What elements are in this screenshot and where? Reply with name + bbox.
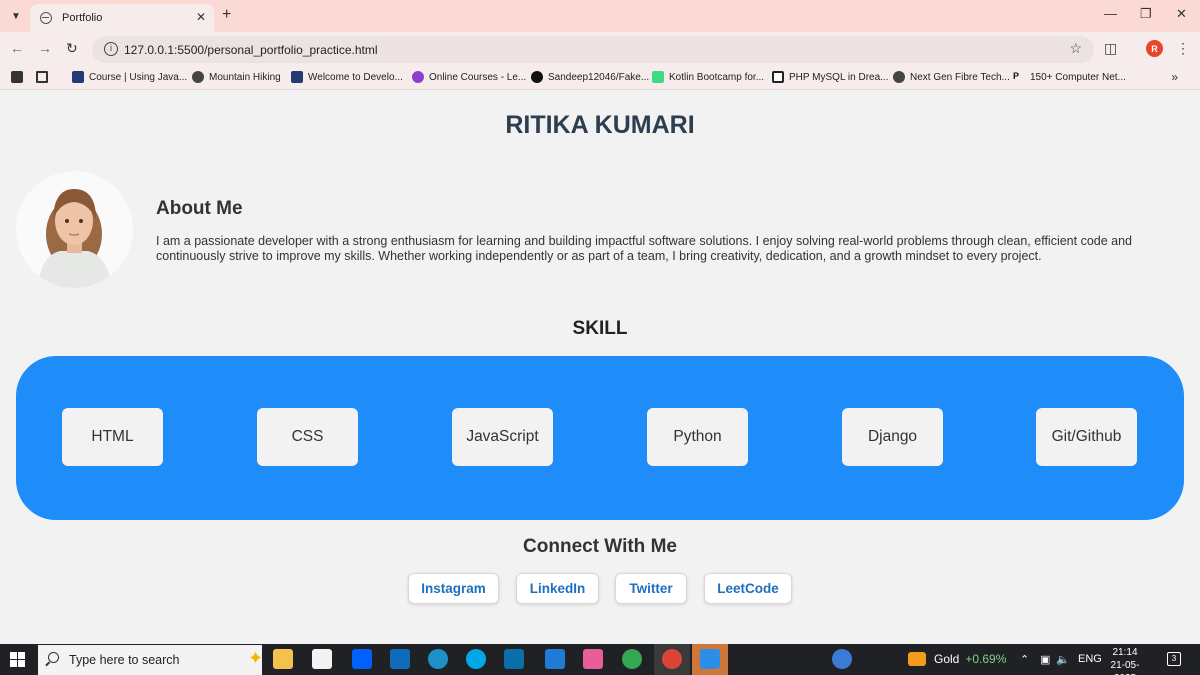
mysql-workbench-icon[interactable] bbox=[504, 649, 524, 669]
about-paragraph: I am a passionate developer with a stron… bbox=[156, 234, 1133, 263]
skill-card-javascript: JavaScript bbox=[452, 408, 553, 466]
search-icon bbox=[48, 652, 59, 663]
gold-ticker-icon bbox=[908, 652, 926, 666]
instagram-link[interactable]: Instagram bbox=[408, 573, 499, 604]
profile-photo bbox=[16, 171, 133, 288]
speaker-icon[interactable]: 🔈 bbox=[1056, 653, 1070, 666]
clock-time: 21:14 bbox=[1112, 647, 1138, 658]
bookmark-star-icon[interactable]: ☆ bbox=[1069, 40, 1082, 57]
skill-card-css: CSS bbox=[257, 408, 358, 466]
bookmark-favicon-icon: P bbox=[1013, 71, 1025, 83]
vscode-icon[interactable] bbox=[545, 649, 565, 669]
windows-start-icon[interactable] bbox=[10, 652, 25, 667]
back-icon[interactable]: ← bbox=[10, 40, 24, 56]
skill-card-html: HTML bbox=[62, 408, 163, 466]
about-heading: About Me bbox=[156, 198, 243, 219]
page-title: RITIKA KUMARI bbox=[505, 111, 695, 139]
notification-center-icon[interactable]: 3 bbox=[1167, 652, 1181, 666]
profile-avatar[interactable]: R bbox=[1146, 40, 1163, 57]
clock-date: 21-05-2025 bbox=[1110, 660, 1140, 675]
copilot-icon[interactable] bbox=[583, 649, 603, 669]
bookmark-favicon-icon bbox=[412, 71, 424, 83]
forward-icon[interactable]: → bbox=[38, 40, 52, 56]
ticker-change: +0.69% bbox=[965, 652, 1007, 666]
linkedin-link[interactable]: LinkedIn bbox=[516, 573, 599, 604]
bookmark-item[interactable]: P 150+ Computer Net... bbox=[1013, 71, 1126, 83]
whiteboard-icon bbox=[700, 649, 720, 669]
tab-title: Portfolio bbox=[62, 12, 103, 24]
close-tab-icon[interactable]: ✕ bbox=[196, 10, 206, 24]
bookmark-favicon-icon bbox=[291, 71, 303, 83]
chrome-icon[interactable] bbox=[622, 649, 642, 669]
bookmark-item[interactable]: Sandeep12046/Fake... bbox=[531, 71, 649, 83]
bookmark-favicon-icon bbox=[772, 71, 784, 83]
file-explorer-icon[interactable] bbox=[273, 649, 293, 669]
android-icon bbox=[652, 71, 664, 83]
skype-icon[interactable] bbox=[466, 649, 486, 669]
search-placeholder: Type here to search bbox=[69, 653, 180, 667]
widgets-ticker[interactable]: Gold +0.69% bbox=[908, 652, 1006, 666]
bookmark-item[interactable]: PHP MySQL in Drea... bbox=[772, 71, 888, 83]
side-panel-icon[interactable] bbox=[11, 71, 23, 83]
browser-tab-strip: ▼ Portfolio ✕ + — ❐ ✕ bbox=[0, 0, 1200, 32]
restore-icon[interactable]: ❐ bbox=[1140, 6, 1152, 22]
battery-icon[interactable]: ▣ bbox=[1040, 653, 1050, 666]
bookmark-item[interactable]: Course | Using Java... bbox=[72, 71, 187, 83]
connect-heading: Connect With Me bbox=[523, 536, 677, 557]
reload-icon[interactable]: ↻ bbox=[66, 40, 78, 57]
help-icon[interactable] bbox=[832, 649, 852, 669]
outlook-icon[interactable] bbox=[390, 649, 410, 669]
bookmark-item[interactable]: Next Gen Fibre Tech... bbox=[893, 71, 1010, 83]
tab-search-chevron-icon[interactable]: ▼ bbox=[6, 7, 26, 25]
skills-container: HTML CSS JavaScript Python Django Git/Gi… bbox=[16, 356, 1184, 520]
site-info-icon[interactable]: i bbox=[104, 42, 118, 56]
edge-icon[interactable] bbox=[428, 649, 448, 669]
portfolio-page: RITIKA KUMARI About Me I am a passionate… bbox=[0, 91, 1200, 644]
globe-icon bbox=[893, 71, 905, 83]
dropbox-icon[interactable] bbox=[352, 649, 372, 669]
address-bar[interactable]: i 127.0.0.1:5500/personal_portfolio_prac… bbox=[92, 36, 1094, 63]
leetcode-link[interactable]: LeetCode bbox=[704, 573, 792, 604]
ticker-label: Gold bbox=[934, 652, 960, 666]
system-clock[interactable]: 21:14 21-05-2025 bbox=[1105, 646, 1145, 675]
globe-icon bbox=[192, 71, 204, 83]
language-indicator[interactable]: ENG bbox=[1078, 653, 1102, 665]
sparkle-icon: ✦ bbox=[248, 648, 264, 668]
show-hidden-icons-icon[interactable]: ⌃ bbox=[1020, 653, 1029, 666]
tab-portfolio[interactable]: Portfolio ✕ bbox=[30, 4, 214, 32]
new-tab-button[interactable]: + bbox=[222, 6, 231, 24]
taskbar-search-input[interactable]: Type here to search ✦ bbox=[38, 645, 264, 675]
microsoft-store-icon[interactable] bbox=[312, 649, 332, 669]
bookmark-item[interactable]: Kotlin Bootcamp for... bbox=[652, 71, 764, 83]
minimize-icon[interactable]: — bbox=[1104, 6, 1117, 21]
bookmarks-bar: Course | Using Java... Mountain Hiking W… bbox=[0, 66, 1200, 90]
globe-icon bbox=[40, 12, 52, 24]
bookmark-item[interactable]: Online Courses - Le... bbox=[412, 71, 526, 83]
skill-card-git-github: Git/Github bbox=[1036, 408, 1137, 466]
skill-card-python: Python bbox=[647, 408, 748, 466]
extensions-icon[interactable]: ◫ bbox=[1104, 40, 1117, 57]
browser-toolbar: ← → ↻ i 127.0.0.1:5500/personal_portfoli… bbox=[0, 32, 1200, 66]
chrome-profile-icon bbox=[662, 649, 682, 669]
bookmark-favicon-icon bbox=[72, 71, 84, 83]
apps-grid-icon[interactable] bbox=[36, 71, 48, 83]
browser-menu-icon[interactable]: ⋮ bbox=[1176, 40, 1190, 57]
twitter-link[interactable]: Twitter bbox=[615, 573, 687, 604]
bookmark-item[interactable]: Welcome to Develo... bbox=[291, 71, 403, 83]
url-text[interactable]: 127.0.0.1:5500/personal_portfolio_practi… bbox=[124, 43, 378, 57]
bookmark-item[interactable]: Mountain Hiking bbox=[192, 71, 281, 83]
github-icon bbox=[531, 71, 543, 83]
windows-taskbar: Type here to search ✦ Gold +0.69% ⌃ ▣ 🔈 … bbox=[0, 644, 1200, 675]
more-bookmarks-icon[interactable]: » bbox=[1171, 70, 1178, 84]
close-window-icon[interactable]: ✕ bbox=[1176, 6, 1187, 22]
skill-heading: SKILL bbox=[572, 318, 628, 339]
skill-card-django: Django bbox=[842, 408, 943, 466]
